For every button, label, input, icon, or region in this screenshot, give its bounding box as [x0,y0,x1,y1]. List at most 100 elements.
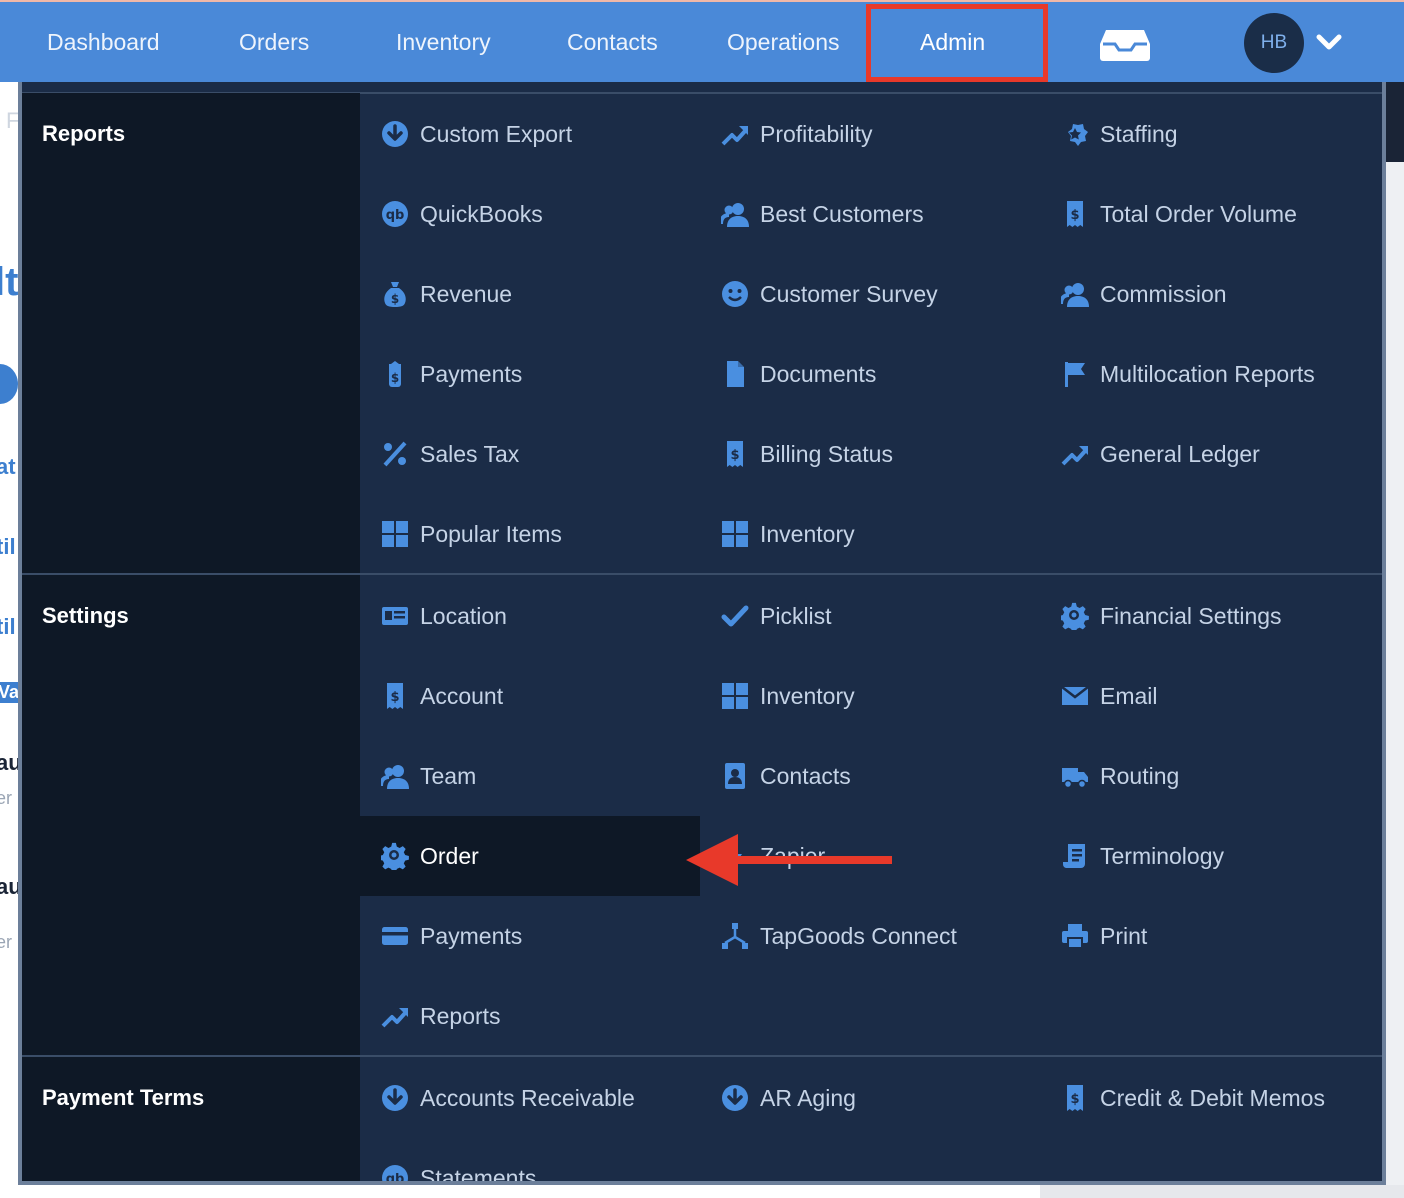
background-bottom-edge [1040,1185,1404,1198]
admin-mega-menu: Reports Custom Export Profitability Staffin… [18,82,1386,1185]
menu-item-sales-tax[interactable]: Sales Tax [360,414,700,494]
menu-item-custom-export[interactable]: Custom Export [360,94,700,174]
menu-item-revenue[interactable]: $ Revenue [360,254,700,334]
top-nav: Dashboard Orders Inventory Contacts Oper… [0,0,1404,82]
receipt-dollar-icon: $ [1060,199,1090,229]
smile-icon [720,279,750,309]
avatar[interactable]: HB [1244,13,1304,73]
menu-item-label: Zapier [760,842,826,869]
menu-item-billing-status[interactable]: $ Billing Status [700,414,1040,494]
nav-dashboard[interactable]: Dashboard [47,2,160,82]
menu-item-label: QuickBooks [420,200,543,227]
money-bag-icon: $ [380,279,410,309]
menu-item-routing[interactable]: Routing [1040,736,1380,816]
menu-item-label: Account [420,682,504,709]
menu-item-profitability[interactable]: Profitability [700,94,1040,174]
menu-item-staffing[interactable]: Staffing [1040,94,1380,174]
section-title: Payment Terms [42,1085,205,1110]
menu-item-credit-debit-memos[interactable]: $ Credit & Debit Memos [1040,1058,1380,1138]
inbox-icon[interactable] [1100,28,1150,62]
menu-item-label: Accounts Receivable [420,1084,635,1111]
menu-item-inventory[interactable]: Inventory [700,656,1040,736]
menu-item-label: Commission [1100,280,1227,307]
menu-item-label: Documents [760,360,877,387]
background-text: til [0,614,16,639]
menu-item-label: Best Customers [760,200,924,227]
section-label-column [22,1057,360,1181]
id-card-icon [380,601,410,631]
svg-text:$: $ [391,292,399,306]
nav-admin[interactable]: Admin [920,2,985,82]
menu-section-payment-terms: Payment Terms Accounts Receivable AR Aging… [22,1057,1382,1185]
background-text: lt [0,260,18,304]
svg-text:$: $ [730,448,739,463]
menu-item-tapgoods-connect[interactable]: TapGoods Connect [700,896,1040,976]
svg-text:$: $ [1070,208,1079,223]
menu-item-documents[interactable]: Documents [700,334,1040,414]
svg-text:qb: qb [386,208,405,223]
nav-contacts[interactable]: Contacts [567,2,658,82]
menu-item-label: Popular Items [420,520,562,547]
menu-item-statements[interactable]: qb Statements [360,1138,700,1185]
menu-item-label: Inventory [760,682,855,709]
menu-item-customer-survey[interactable]: Customer Survey [700,254,1040,334]
menu-item-multilocation-reports[interactable]: Multilocation Reports [1040,334,1380,414]
menu-item-payments[interactable]: Payments [360,896,700,976]
menu-item-picklist[interactable]: Picklist [700,576,1040,656]
menu-item-reports[interactable]: Reports [360,976,700,1056]
menu-item-order[interactable]: Order [360,816,700,896]
menu-item-location[interactable]: Location [360,576,700,656]
menu-item-inventory[interactable]: Inventory [700,494,1040,574]
file-icon [720,359,750,389]
nav-operations[interactable]: Operations [727,2,840,82]
gear-icon [380,841,410,871]
menu-item-email[interactable]: Email [1040,656,1380,736]
menu-item-label: Sales Tax [420,440,520,467]
trending-up-icon [1060,439,1090,469]
menu-item-team[interactable]: Team [360,736,700,816]
menu-item-zapier[interactable]: Zapier [700,816,1040,896]
menu-item-print[interactable]: Print [1040,896,1380,976]
download-circle-icon [380,119,410,149]
menu-item-label: AR Aging [760,1084,856,1111]
menu-item-account[interactable]: $ Account [360,656,700,736]
menu-item-label: Reports [420,1002,501,1029]
menu-item-terminology[interactable]: Terminology [1040,816,1380,896]
menu-item-label: Credit & Debit Memos [1100,1084,1325,1111]
menu-item-accounts-receivable[interactable]: Accounts Receivable [360,1058,700,1138]
printer-icon [1060,921,1090,951]
menu-item-quickbooks[interactable]: qb QuickBooks [360,174,700,254]
chevron-down-icon[interactable] [1315,30,1343,56]
menu-item-label: Contacts [760,762,851,789]
receipt-dollar-icon: $ [720,439,750,469]
menu-item-ar-aging[interactable]: AR Aging [700,1058,1040,1138]
network-icon [720,921,750,951]
receipt-dollar-icon: $ [380,681,410,711]
menu-item-label: Staffing [1100,120,1178,147]
download-circle-icon [720,1083,750,1113]
nav-inventory[interactable]: Inventory [396,2,491,82]
svg-text:$: $ [1070,1092,1079,1107]
menu-item-payments[interactable]: $ Payments [360,334,700,414]
background-text: F [6,108,18,133]
menu-item-popular-items[interactable]: Popular Items [360,494,700,574]
background-text: au [0,874,18,899]
menu-item-label: Custom Export [420,120,573,147]
nav-orders[interactable]: Orders [239,2,309,82]
badge-star-icon [1060,119,1090,149]
credit-card-icon [380,921,410,951]
menu-item-financial-settings[interactable]: Financial Settings [1040,576,1380,656]
menu-item-general-ledger[interactable]: General Ledger [1040,414,1380,494]
background-text: at [0,454,16,479]
price-tag-dollar-icon: $ [380,359,410,389]
menu-item-contacts[interactable]: Contacts [700,736,1040,816]
menu-item-commission[interactable]: Commission [1040,254,1380,334]
menu-item-label: Billing Status [760,440,893,467]
menu-item-total-order-volume[interactable]: $ Total Order Volume [1040,174,1380,254]
svg-text:qb: qb [386,1172,405,1185]
flag-icon [1060,359,1090,389]
menu-item-label: Multilocation Reports [1100,360,1315,387]
menu-item-best-customers[interactable]: Best Customers [700,174,1040,254]
users-icon [380,761,410,791]
background-text: au [0,750,18,775]
